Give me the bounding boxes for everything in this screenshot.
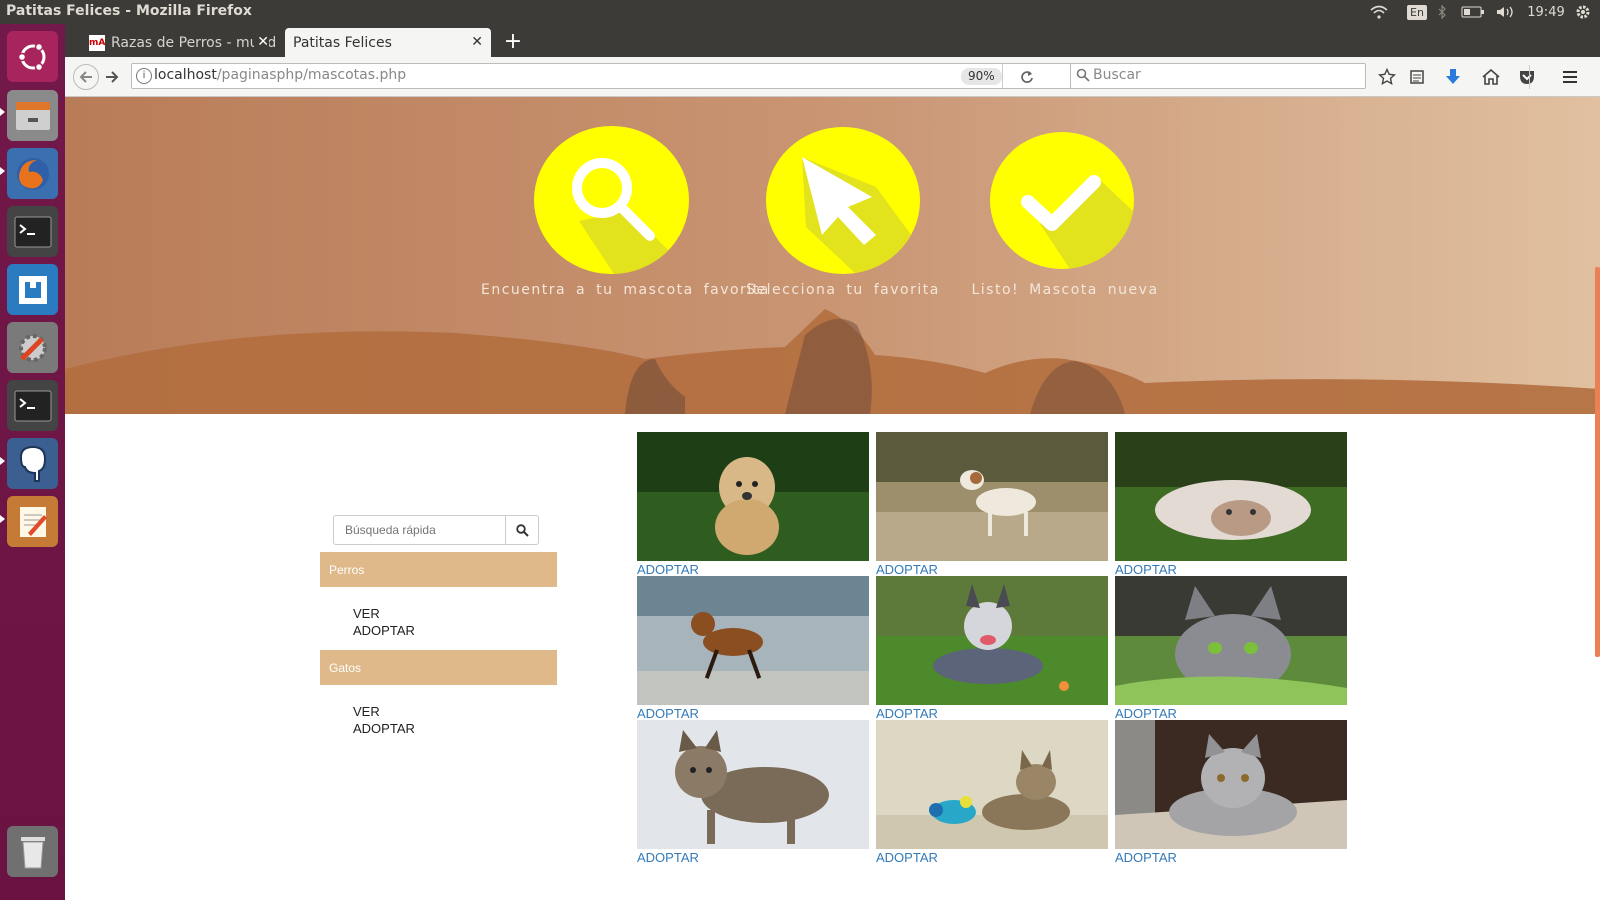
pet-photo[interactable] <box>637 432 869 561</box>
reading-list-icon[interactable] <box>1405 65 1429 89</box>
tab-razas-de-perros[interactable]: mA Razas de Perros - mund ✕ <box>81 28 277 57</box>
cursor-icon <box>802 157 920 274</box>
files-icon[interactable] <box>7 90 58 141</box>
clock[interactable]: 19:49 <box>1525 0 1567 24</box>
adopt-link[interactable]: ADOPTAR <box>876 850 938 865</box>
divider <box>1529 65 1530 89</box>
check-icon <box>1021 175 1134 269</box>
search-icon <box>572 158 689 274</box>
ubuntu-dash-icon[interactable] <box>7 31 58 82</box>
downloads-icon[interactable] <box>1441 65 1465 89</box>
trash-icon[interactable] <box>7 826 58 877</box>
tab-label: Razas de Perros - mund <box>111 34 277 51</box>
window-title: Patitas Felices - Mozilla Firefox <box>6 3 252 19</box>
close-tab-icon[interactable]: ✕ <box>254 34 269 50</box>
favicon-icon: mA <box>89 34 105 51</box>
hero-select-circle <box>766 127 920 274</box>
pet-photo[interactable] <box>1115 720 1347 849</box>
url-text: localhost/paginasphp/mascotas.php <box>154 67 407 83</box>
browser-toolbar: i localhost/paginasphp/mascotas.php 90% … <box>65 57 1600 97</box>
adopt-link[interactable]: ADOPTAR <box>1115 562 1177 577</box>
bookmark-star-icon[interactable] <box>1375 65 1399 89</box>
new-tab-button[interactable]: + <box>499 28 527 56</box>
gatos-ver-link[interactable]: VER <box>353 704 380 719</box>
pet-photo[interactable] <box>876 576 1108 705</box>
pet-photo[interactable] <box>876 432 1108 561</box>
quick-search-group <box>333 515 539 545</box>
keyboard-layout-indicator[interactable]: En <box>1406 0 1428 24</box>
search-placeholder: Buscar <box>1093 67 1141 83</box>
ide-icon[interactable] <box>7 264 58 315</box>
page-scrollbar-thumb[interactable] <box>1595 267 1600 657</box>
hero-banner: Encuentra a tu mascota favorita Seleccio… <box>65 97 1600 414</box>
hero-step-caption: Encuentra a tu mascota favorita <box>481 282 770 298</box>
browser-tab-strip: mA Razas de Perros - mund ✕ Patitas Feli… <box>65 24 1600 57</box>
perros-ver-link[interactable]: VER <box>353 606 380 621</box>
hero-done-circle <box>990 132 1134 269</box>
running-indicator <box>0 167 5 175</box>
battery-icon[interactable] <box>1460 0 1486 24</box>
gatos-adoptar-link[interactable]: ADOPTAR <box>353 721 415 736</box>
quick-search-input[interactable] <box>334 516 505 544</box>
category-header-gatos[interactable]: Gatos <box>320 650 557 685</box>
adopt-link[interactable]: ADOPTAR <box>637 850 699 865</box>
site-info-icon[interactable]: i <box>136 68 152 84</box>
tab-label: Patitas Felices <box>293 34 392 51</box>
divider <box>1002 64 1003 88</box>
system-tools-icon[interactable] <box>7 322 58 373</box>
pocket-icon[interactable] <box>1515 65 1539 89</box>
bluetooth-icon[interactable] <box>1434 0 1450 24</box>
category-header-perros[interactable]: Perros <box>320 552 557 587</box>
text-editor-icon[interactable] <box>7 496 58 547</box>
terminal-icon[interactable] <box>7 380 58 431</box>
web-search-field[interactable]: Buscar <box>1070 63 1366 89</box>
running-indicator <box>0 457 5 465</box>
adopt-link[interactable]: ADOPTAR <box>876 706 938 721</box>
running-indicator <box>0 108 5 116</box>
settings-gear-icon[interactable] <box>1572 0 1594 24</box>
pet-photo[interactable] <box>1115 432 1347 561</box>
running-indicator <box>0 515 5 523</box>
adopt-link[interactable]: ADOPTAR <box>1115 706 1177 721</box>
keyboard-layout-label: En <box>1407 4 1427 20</box>
app-launcher <box>0 24 65 900</box>
pet-photo[interactable] <box>637 576 869 705</box>
page-content: Encuentra a tu mascota favorita Seleccio… <box>65 97 1600 900</box>
pet-photo[interactable] <box>876 720 1108 849</box>
back-button[interactable] <box>73 64 99 90</box>
hero-step-caption: Listo! Mascota nueva <box>971 282 1159 298</box>
close-tab-icon[interactable]: ✕ <box>471 34 483 50</box>
zoom-indicator[interactable]: 90% <box>961 68 1002 85</box>
pet-photo[interactable] <box>637 720 869 849</box>
adopt-link[interactable]: ADOPTAR <box>637 706 699 721</box>
tab-patitas-felices[interactable]: Patitas Felices ✕ <box>285 28 491 57</box>
terminal-icon[interactable] <box>7 206 58 257</box>
adopt-link[interactable]: ADOPTAR <box>637 562 699 577</box>
quick-search-button[interactable] <box>505 516 539 544</box>
perros-adoptar-link[interactable]: ADOPTAR <box>353 623 415 638</box>
search-icon <box>1076 68 1090 86</box>
forward-button[interactable] <box>101 65 123 89</box>
reload-button[interactable] <box>1015 65 1039 89</box>
menu-hamburger-icon[interactable] <box>1558 65 1582 89</box>
adopt-link[interactable]: ADOPTAR <box>876 562 938 577</box>
address-bar[interactable]: i localhost/paginasphp/mascotas.php 90% <box>131 63 1111 89</box>
pet-photo[interactable] <box>1115 576 1347 705</box>
system-top-bar: Patitas Felices - Mozilla Firefox En 19:… <box>0 0 1600 24</box>
firefox-icon[interactable] <box>7 148 58 199</box>
postgresql-elephant-icon[interactable] <box>7 438 58 489</box>
search-icon <box>516 523 529 537</box>
adopt-link[interactable]: ADOPTAR <box>1115 850 1177 865</box>
home-icon[interactable] <box>1479 65 1503 89</box>
hero-search-circle <box>534 126 689 274</box>
hero-step-caption: Selecciona tu favorita <box>746 282 940 298</box>
volume-icon[interactable] <box>1494 0 1518 24</box>
wifi-icon[interactable] <box>1368 0 1390 24</box>
